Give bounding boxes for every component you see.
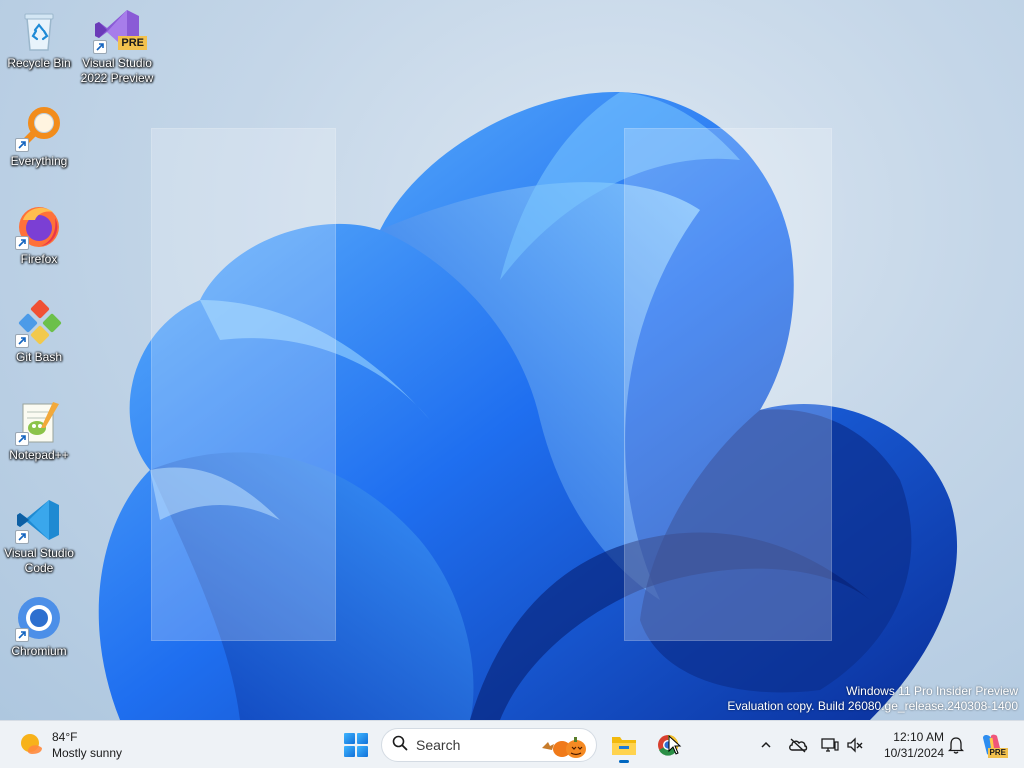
active-indicator bbox=[619, 760, 629, 763]
desktop-icon-git-bash[interactable]: Git Bash bbox=[0, 299, 78, 365]
ghost-window-right bbox=[624, 128, 832, 641]
desktop-icon-label: Notepad++ bbox=[9, 448, 69, 462]
bell-icon bbox=[948, 737, 964, 754]
network-icon bbox=[821, 738, 839, 752]
chromium-icon bbox=[15, 594, 63, 642]
desktop-icon-vscode[interactable]: Visual Studio Code bbox=[0, 496, 78, 576]
volume-tray-icon[interactable] bbox=[843, 733, 867, 757]
desktop-icon-chromium[interactable]: Chromium bbox=[0, 594, 78, 659]
windows-logo-pane bbox=[357, 746, 368, 757]
desktop-icon-label: Firefox bbox=[20, 252, 58, 266]
mouse-cursor-icon bbox=[668, 735, 682, 755]
desktop-icon-label: Everything bbox=[10, 154, 68, 168]
weather-temperature: 84°F bbox=[52, 730, 78, 744]
shortcut-arrow-icon bbox=[15, 236, 29, 250]
taskbar-clock[interactable]: 12:10 AM 10/31/2024 bbox=[876, 729, 944, 761]
everything-search-icon bbox=[15, 104, 63, 152]
shortcut-arrow-icon bbox=[93, 40, 107, 54]
start-button[interactable] bbox=[340, 729, 372, 761]
network-tray-icon[interactable] bbox=[818, 733, 842, 757]
desktop-icon-label: Git Bash bbox=[15, 350, 63, 364]
onedrive-offline-icon bbox=[789, 738, 808, 753]
search-input[interactable] bbox=[416, 737, 536, 753]
desktop[interactable]: Recycle Bin PRE Visual Studio 2022 Previ… bbox=[0, 0, 1024, 720]
pre-badge: PRE bbox=[118, 36, 147, 50]
folder-icon bbox=[612, 737, 636, 755]
shortcut-arrow-icon bbox=[15, 334, 29, 348]
notifications-button[interactable] bbox=[944, 733, 968, 757]
shortcut-arrow-icon bbox=[15, 628, 29, 642]
shortcut-arrow-icon bbox=[15, 138, 29, 152]
copilot-button[interactable]: PRE bbox=[978, 731, 1008, 759]
firefox-icon bbox=[15, 202, 63, 250]
desktop-icon-label: Chromium bbox=[11, 644, 67, 658]
watermark-edition: Windows 11 Pro Insider Preview bbox=[846, 684, 1018, 698]
vscode-icon bbox=[15, 496, 63, 544]
watermark-build: Evaluation copy. Build 26080.ge_release.… bbox=[727, 699, 1018, 713]
desktop-icon-label: Recycle Bin bbox=[7, 56, 71, 70]
taskbar-app-file-explorer[interactable] bbox=[606, 727, 642, 763]
weather-widget[interactable]: 84°F Mostly sunny bbox=[18, 727, 122, 763]
taskbar-search[interactable] bbox=[381, 728, 597, 762]
windows-logo-pane bbox=[344, 746, 355, 757]
desktop-icon-firefox[interactable]: Firefox bbox=[0, 202, 78, 267]
desktop-icon-everything[interactable]: Everything bbox=[0, 104, 78, 169]
desktop-icon-recycle-bin[interactable]: Recycle Bin bbox=[0, 6, 78, 71]
weather-condition: Mostly sunny bbox=[52, 746, 123, 760]
desktop-icon-notepad-plus-plus[interactable]: Notepad++ bbox=[0, 398, 78, 463]
git-bash-icon bbox=[15, 299, 63, 348]
shortcut-arrow-icon bbox=[15, 432, 29, 446]
sun-icon bbox=[18, 730, 44, 761]
chevron-up-icon bbox=[761, 741, 771, 748]
recycle-bin-icon bbox=[15, 6, 63, 54]
shortcut-arrow-icon bbox=[15, 530, 29, 544]
desktop-icon-label: Visual Studio Code bbox=[4, 546, 74, 575]
desktop-icon-label: Visual Studio 2022 Preview bbox=[80, 56, 154, 85]
windows-logo-icon bbox=[344, 733, 355, 744]
clock-date: 10/31/2024 bbox=[883, 746, 944, 760]
taskbar: 84°F Mostly sunny Search 12:10 AM 10/31/… bbox=[0, 720, 1024, 768]
visual-studio-preview-icon: PRE bbox=[93, 6, 147, 54]
ghost-window-left bbox=[151, 128, 336, 641]
notepad-plus-plus-icon bbox=[15, 398, 63, 446]
windows-logo-pane bbox=[357, 733, 368, 744]
search-icon bbox=[392, 735, 408, 756]
taskbar-app-chromium[interactable] bbox=[650, 727, 686, 763]
clock-time: 12:10 AM bbox=[893, 730, 944, 744]
onedrive-tray-icon[interactable] bbox=[786, 733, 810, 757]
show-hidden-icons-button[interactable] bbox=[754, 733, 778, 757]
volume-muted-icon bbox=[847, 737, 863, 753]
desktop-icon-visual-studio-preview[interactable]: PRE Visual Studio 2022 Preview bbox=[78, 6, 156, 86]
copilot-pre-badge: PRE bbox=[987, 748, 1008, 758]
evaluation-watermark: Windows 11 Pro Insider Preview Evaluatio… bbox=[727, 684, 1018, 714]
halloween-pumpkin-icon bbox=[542, 737, 586, 758]
